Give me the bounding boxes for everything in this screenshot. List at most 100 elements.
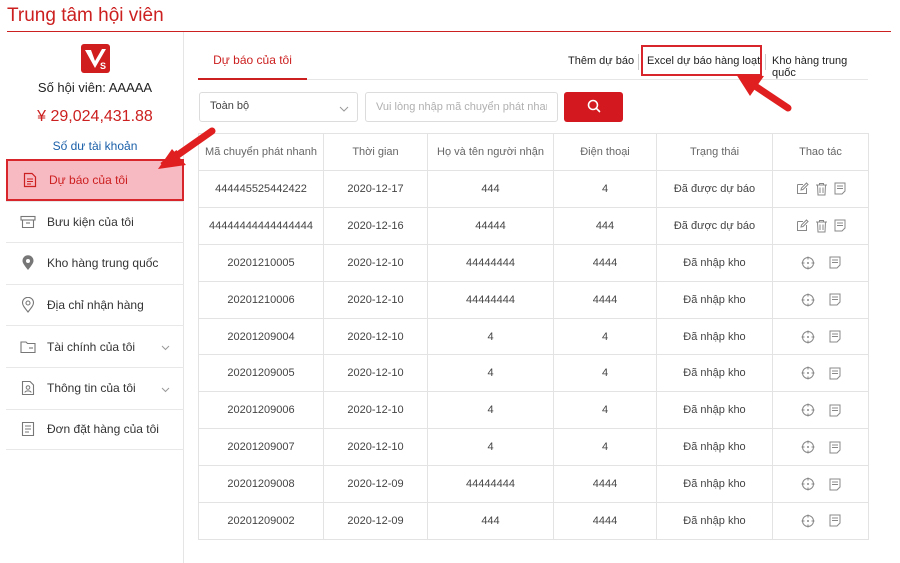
sidebar-item-label: Địa chỉ nhận hàng — [47, 298, 144, 313]
status-cell: Đã nhập kho — [656, 317, 773, 356]
phone-cell: 4444 — [553, 243, 657, 282]
time-cell: 2020-12-10 — [323, 243, 428, 282]
add-forecast-link[interactable]: Thêm dự báo — [568, 55, 634, 67]
status-cell: Đã nhập kho — [656, 502, 773, 540]
recipient-name-cell: 44444444 — [427, 465, 554, 504]
sidebar-item-my-orders[interactable]: Đơn đặt hàng của tôi — [6, 408, 184, 451]
phone-cell: 4 — [553, 317, 657, 356]
recipient-name-cell: 444 — [427, 502, 554, 540]
row-actions — [801, 366, 841, 380]
locate-icon[interactable] — [801, 256, 815, 270]
row-actions — [801, 477, 841, 491]
status-cell: Đã nhập kho — [656, 465, 773, 504]
sidebar-item-china-warehouse[interactable]: Kho hàng trung quốc — [6, 242, 184, 284]
document-icon — [20, 421, 36, 437]
recipient-name-cell: 44444 — [427, 206, 554, 245]
tracking-code-cell: 44444444444444444 — [198, 206, 324, 245]
status-cell: Đã nhập kho — [656, 280, 773, 319]
phone-cell: 4 — [553, 428, 657, 467]
table-header-row: Mã chuyển phát nhanh Thời gian Họ và tên… — [198, 133, 869, 171]
row-actions — [801, 330, 841, 344]
account-balance: ¥ 29,024,431.88 — [37, 108, 153, 125]
delete-icon[interactable] — [815, 182, 828, 196]
edit-icon[interactable] — [796, 182, 809, 195]
sidebar-item-label: Kho hàng trung quốc — [47, 256, 159, 271]
details-icon[interactable] — [834, 182, 846, 195]
tracking-code-cell: 20201209005 — [198, 354, 324, 393]
user-icon — [20, 380, 36, 396]
forecast-table: Mã chuyển phát nhanh Thời gian Họ và tên… — [198, 133, 869, 540]
table-row: 444445525442422 2020-12-17 444 4 Đã được dự … — [198, 170, 869, 208]
recipient-name-cell: 4 — [427, 428, 554, 467]
tracking-code-cell: 444445525442422 — [198, 170, 324, 208]
locate-icon[interactable] — [801, 440, 815, 454]
tracking-code-cell: 20201209008 — [198, 465, 324, 504]
phone-cell: 4 — [553, 391, 657, 430]
locate-icon[interactable] — [801, 514, 815, 528]
recipient-name-cell: 4 — [427, 391, 554, 430]
chevron-down-icon — [161, 340, 170, 354]
chevron-down-icon — [339, 103, 349, 115]
actions-cell — [772, 206, 869, 245]
locate-icon[interactable] — [801, 366, 815, 380]
sidebar-item-delivery-address[interactable]: Địa chỉ nhận hàng — [6, 283, 184, 326]
table-row: 20201209006 2020-12-10 4 4 Đã nhập kho — [198, 391, 869, 430]
details-icon[interactable] — [829, 256, 841, 269]
phone-cell: 4444 — [553, 280, 657, 319]
annotation-arrow — [736, 74, 792, 112]
locate-icon[interactable] — [801, 330, 815, 344]
status-cell: Đã nhập kho — [656, 354, 773, 393]
document-icon — [22, 172, 38, 188]
search-button[interactable] — [564, 92, 623, 122]
tab-my-forecast[interactable]: Dự báo của tôi — [198, 44, 307, 80]
details-icon[interactable] — [829, 514, 841, 527]
sidebar-item-my-finance[interactable]: Tài chính của tôi — [6, 325, 184, 367]
edit-icon[interactable] — [796, 219, 809, 232]
actions-cell — [772, 502, 869, 540]
delete-icon[interactable] — [815, 219, 828, 233]
table-row: 44444444444444444 2020-12-16 44444 444 Đã đư… — [198, 206, 869, 245]
time-cell: 2020-12-09 — [323, 502, 428, 540]
tracking-code-search-input[interactable] — [365, 92, 558, 122]
details-icon[interactable] — [829, 293, 841, 306]
details-icon[interactable] — [829, 441, 841, 454]
details-icon[interactable] — [834, 219, 846, 232]
column-header: Thời gian — [323, 133, 428, 171]
row-actions — [796, 219, 846, 233]
time-cell: 2020-12-10 — [323, 317, 428, 356]
actions-cell — [772, 391, 869, 430]
details-icon[interactable] — [829, 367, 841, 380]
tracking-code-cell: 20201209007 — [198, 428, 324, 467]
locate-icon[interactable] — [801, 293, 815, 307]
recipient-name-cell: 4 — [427, 317, 554, 356]
sidebar-item-my-info[interactable]: Thông tin của tôi — [6, 366, 184, 409]
details-icon[interactable] — [829, 478, 841, 491]
excel-batch-forecast-link[interactable]: Excel dự báo hàng loạt — [647, 55, 760, 67]
actions-cell — [772, 170, 869, 208]
box-icon — [20, 214, 36, 230]
time-cell: 2020-12-17 — [323, 170, 428, 208]
folder-icon — [20, 339, 36, 355]
status-filter-select[interactable]: Toàn bộ — [199, 92, 358, 122]
sidebar-item-my-parcels[interactable]: Bưu kiện của tôi — [6, 200, 184, 243]
status-cell: Đã nhập kho — [656, 391, 773, 430]
recipient-name-cell: 4 — [427, 354, 554, 393]
details-icon[interactable] — [829, 404, 841, 417]
status-cell: Đã được dự báo — [656, 206, 773, 245]
details-icon[interactable] — [829, 330, 841, 343]
locate-icon[interactable] — [801, 403, 815, 417]
column-header: Điện thoại — [553, 133, 657, 171]
phone-cell: 4444 — [553, 502, 657, 540]
table-row: 20201209005 2020-12-10 4 4 Đã nhập kho — [198, 354, 869, 393]
svg-text:S: S — [100, 61, 106, 71]
row-actions — [796, 182, 846, 196]
locate-icon[interactable] — [801, 477, 815, 491]
tracking-code-cell: 20201210005 — [198, 243, 324, 282]
sidebar-item-label: Thông tin của tôi — [47, 381, 136, 396]
divider — [638, 54, 639, 70]
recipient-name-cell: 44444444 — [427, 280, 554, 319]
actions-cell — [772, 280, 869, 319]
location-pin-icon — [20, 297, 36, 313]
tracking-code-cell: 20201210006 — [198, 280, 324, 319]
table-row: 20201210005 2020-12-10 44444444 4444 Đã nhập… — [198, 243, 869, 282]
